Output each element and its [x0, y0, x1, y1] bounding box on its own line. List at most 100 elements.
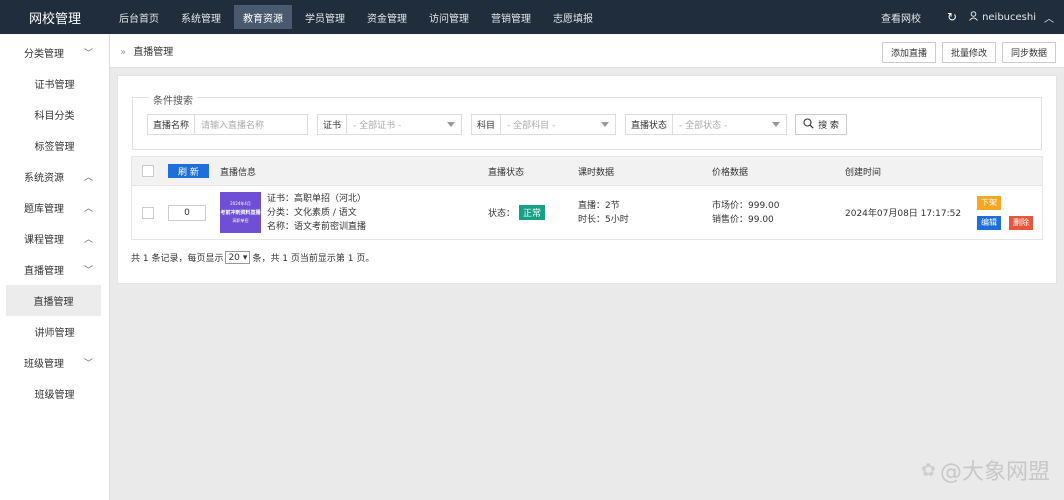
thumb-cell: 2024年4月 考前冲刺资料直播 高职单招	[220, 186, 261, 239]
main-nav: 后台首页 系统管理 教育资源 学员管理 资金管理 访问管理 营销管理 志愿填报	[110, 0, 606, 34]
sidebar: 分类管理 ﹀ 证书管理 科目分类 标签管理 系统资源 ︿ 题库管理 ︿ 课程管理…	[0, 34, 110, 500]
info-cell: 证书：高职单招（河北） 分类：文化素质 / 语文 名称：语文考前密训直播	[267, 186, 366, 239]
username: neibuceshi	[982, 11, 1036, 23]
batch-edit-button[interactable]: 批量修改	[941, 42, 996, 63]
filter-legend: 条件搜索	[149, 92, 197, 107]
status-badge: 正常	[519, 205, 546, 220]
sidebar-item-subjects[interactable]: 科目分类	[0, 99, 109, 130]
content-card: 条件搜索 直播名称 请输入直播名称 证书 - 全部证书 - 科目 - 全部科目 …	[117, 75, 1057, 284]
search-button-label: 搜 索	[818, 121, 839, 131]
sidebar-group-classes[interactable]: 班级管理 ﹀	[0, 347, 109, 378]
lessons-duration: 时长：5小时	[578, 214, 629, 225]
status-label: 直播状态	[626, 115, 674, 134]
view-site-link[interactable]: 查看网校	[867, 0, 935, 34]
sort-order-input[interactable]: 0	[168, 204, 206, 221]
ops-cell: 下架 编辑 删除	[977, 186, 1033, 239]
live-thumbnail[interactable]: 2024年4月 考前冲刺资料直播 高职单招	[220, 192, 261, 233]
status-value: - 全部状态 -	[679, 121, 728, 131]
subject-label: 科目	[472, 115, 502, 134]
select-all-checkbox[interactable]	[142, 165, 154, 177]
header-price: 价格数据	[712, 167, 749, 178]
edit-button[interactable]: 编辑	[977, 215, 1001, 230]
refresh-button[interactable]: 刷 新	[168, 164, 209, 178]
row-checkbox[interactable]	[142, 206, 154, 219]
subject-select-value: - 全部科目 -	[501, 115, 615, 134]
nav-item-students[interactable]: 学员管理	[296, 5, 354, 29]
sale-price: 销售价：99.00	[712, 214, 774, 225]
certificate-select-value: - 全部证书 -	[347, 115, 461, 134]
sidebar-group-questions[interactable]: 题库管理 ︿	[0, 192, 109, 223]
header-status: 直播状态	[488, 167, 525, 178]
nav-item-education[interactable]: 教育资源	[234, 5, 292, 29]
page-actions: 添加直播 批量修改 同步数据	[881, 42, 1056, 63]
nav-item-marketing[interactable]: 营销管理	[482, 5, 540, 29]
chevron-up-icon: ︿	[83, 235, 93, 245]
table-header: 刷 新 直播信息 直播状态 课时数据 价格数据 创建时间	[132, 157, 1042, 186]
nav-item-system[interactable]: 系统管理	[172, 5, 230, 29]
pager-suffix: 条，共 1 页当前显示第 1 页。	[252, 254, 375, 264]
search-button[interactable]: 搜 索	[795, 114, 847, 135]
sync-data-button[interactable]: 同步数据	[1001, 42, 1056, 63]
chevron-down-icon: ﹀	[83, 49, 93, 59]
live-name-field: 直播名称 请输入直播名称	[147, 114, 308, 135]
sidebar-item-tags[interactable]: 标签管理	[0, 130, 109, 161]
add-live-button[interactable]: 添加直播	[881, 42, 936, 63]
sidebar-group-courses[interactable]: 课程管理 ︿	[0, 223, 109, 254]
delete-button[interactable]: 删除	[1009, 215, 1033, 230]
thumb-line: 考前冲刺资料直播	[220, 210, 261, 216]
nav-item-home[interactable]: 后台首页	[110, 5, 168, 29]
certificate-label: 证书	[318, 115, 348, 134]
chevron-up-icon: ︿	[1044, 13, 1054, 25]
certificate-value: - 全部证书 -	[353, 121, 402, 131]
user-menu[interactable]: neibuceshi ︿	[969, 10, 1064, 25]
brand-title: 网校管理	[28, 11, 81, 27]
live-table: 刷 新 直播信息 直播状态 课时数据 价格数据 创建时间 0 2024年4月 考…	[131, 156, 1043, 240]
chevron-down-icon: ﹀	[83, 359, 93, 369]
live-name-input[interactable]: 请输入直播名称	[195, 115, 307, 134]
refresh-icon[interactable]: ↻	[935, 10, 969, 24]
status-text: 状态：	[488, 209, 516, 219]
sidebar-item-lecturers[interactable]: 讲师管理	[0, 316, 109, 347]
market-price: 市场价：999.00	[712, 200, 780, 211]
sidebar-item-live-manage[interactable]: 直播管理	[6, 285, 101, 316]
caret-down-icon: ▾	[242, 252, 248, 263]
row-checkbox-cell	[142, 186, 154, 239]
chevron-up-icon: ︿	[83, 204, 93, 214]
sidebar-group-category[interactable]: 分类管理 ﹀	[0, 37, 109, 68]
paw-icon: ✿	[920, 459, 936, 481]
price-cell: 市场价：999.00 销售价：99.00	[712, 186, 780, 239]
lessons-count: 直播：2节	[578, 200, 620, 211]
top-navbar: 网校管理 后台首页 系统管理 教育资源 学员管理 资金管理 访问管理 营销管理 …	[0, 0, 1064, 34]
info-name: 名称：语文考前密训直播	[267, 221, 367, 232]
search-icon	[803, 117, 814, 132]
user-icon	[969, 10, 978, 24]
nav-item-access[interactable]: 访问管理	[420, 5, 478, 29]
chevron-up-icon: ︿	[83, 173, 93, 183]
table-row: 0 2024年4月 考前冲刺资料直播 高职单招 证书：高职单招（河北） 分类：文…	[132, 186, 1042, 239]
sidebar-item-certificates[interactable]: 证书管理	[0, 68, 109, 99]
sidebar-group-label: 直播管理	[24, 266, 64, 277]
subject-select[interactable]: 科目 - 全部科目 -	[471, 114, 616, 135]
sidebar-group-live[interactable]: 直播管理 ﹀	[0, 254, 109, 285]
sidebar-group-resources[interactable]: 系统资源 ︿	[0, 161, 109, 192]
sidebar-item-class-manage[interactable]: 班级管理	[0, 378, 109, 409]
caret-down-icon	[447, 122, 455, 127]
subject-value: - 全部科目 -	[507, 121, 556, 131]
header-info: 直播信息	[220, 167, 257, 178]
pager-prefix: 共 1 条记录，每页显示	[131, 254, 224, 264]
certificate-select[interactable]: 证书 - 全部证书 -	[317, 114, 462, 135]
page-size-select[interactable]: 20 ▾	[225, 251, 251, 264]
created-cell: 2024年07月08日 17:17:52	[845, 209, 962, 219]
chevron-down-icon: ﹀	[83, 266, 93, 276]
pagination: 共 1 条记录，每页显示 20 ▾ 条，共 1 页当前显示第 1 页。	[131, 251, 374, 264]
info-category: 分类：文化素质 / 语文	[267, 207, 357, 218]
breadcrumb: » 直播管理	[110, 43, 173, 58]
page-size-value: 20	[228, 252, 240, 263]
nav-item-finance[interactable]: 资金管理	[358, 5, 416, 29]
thumb-line: 高职单招	[232, 218, 249, 223]
sidebar-group-label: 题库管理	[24, 204, 64, 215]
nav-item-volunteer[interactable]: 志愿填报	[544, 5, 602, 29]
caret-down-icon	[772, 122, 780, 127]
unpublish-button[interactable]: 下架	[977, 195, 1001, 210]
status-select[interactable]: 直播状态 - 全部状态 -	[625, 114, 787, 135]
